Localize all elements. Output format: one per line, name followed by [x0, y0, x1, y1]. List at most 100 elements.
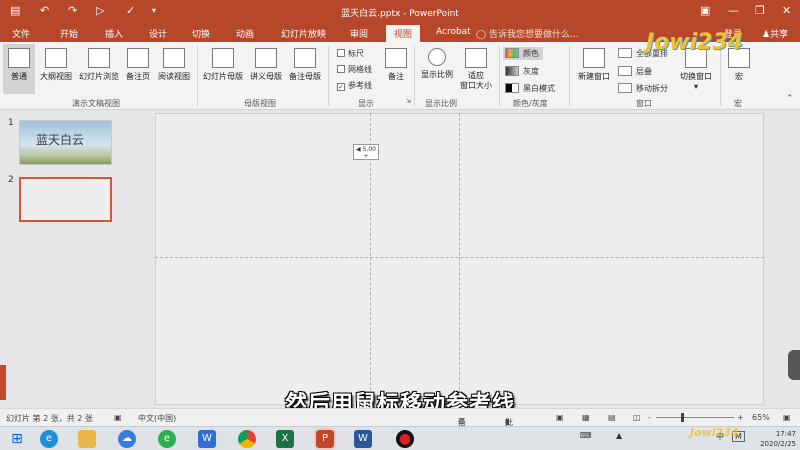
normal-view-status-icon[interactable]: ▣ [556, 413, 564, 422]
guides-checkbox[interactable]: ✓ 参考线 [337, 80, 372, 91]
move-split-icon [618, 83, 632, 93]
keyboard-icon[interactable]: ⌨ [580, 431, 592, 440]
guide-position-tooltip: ◀ 5.00 + [353, 144, 379, 160]
restore-icon[interactable]: ❐ [755, 4, 765, 17]
network-icon[interactable]: ▲ [616, 431, 622, 440]
zoom-slider-thumb[interactable] [681, 413, 684, 422]
notes-page-button[interactable]: 备注页 [123, 48, 153, 82]
new-window-button[interactable]: 新建窗口 [573, 48, 615, 82]
recorder-icon[interactable]: ● [396, 430, 414, 448]
tab-view[interactable]: 视图 [386, 25, 421, 42]
ribbon-display-icon[interactable]: ▣ [700, 4, 710, 17]
excel-icon[interactable]: X [276, 430, 294, 448]
ruler-checkbox[interactable]: 标尺 [337, 48, 364, 59]
slide-thumbnail-pane: 1 蓝天白云 2 [0, 110, 120, 408]
slide-thumbnail-2[interactable] [19, 177, 112, 222]
normal-view-icon [8, 48, 30, 68]
tab-review[interactable]: 审阅 [350, 27, 368, 40]
windows-start-icon[interactable]: ⊞ [8, 430, 26, 448]
powerpoint-icon[interactable]: P [314, 428, 336, 450]
vertical-guide[interactable] [459, 113, 460, 405]
group-show-label: 显示 [358, 99, 374, 108]
checkmark-icon: ✓ [337, 83, 345, 91]
gridlines-checkbox[interactable]: 网格线 [337, 64, 372, 75]
handout-master-icon [255, 48, 277, 68]
zoom-out-button[interactable]: - [648, 413, 651, 422]
notes-icon [385, 48, 407, 68]
close-icon[interactable]: ✕ [782, 4, 791, 17]
move-split-button[interactable]: 移动拆分 [618, 83, 668, 94]
title-bar: ▤ ↶ ↷ ▷ ✓ ▾ 蓝天白云.pptx - PowerPoint ▣ — ❐… [0, 0, 800, 24]
zoom-level[interactable]: 65% [752, 413, 770, 422]
tab-animations[interactable]: 动画 [236, 27, 254, 40]
color-button[interactable]: 颜色 [503, 47, 543, 60]
reading-view-status-icon[interactable]: ▤ [608, 413, 616, 422]
tab-slideshow[interactable]: 幻灯片放映 [281, 27, 326, 40]
color-swatch-icon [505, 48, 519, 58]
grayscale-button[interactable]: 灰度 [505, 66, 539, 77]
collapse-ribbon-icon[interactable]: ⌃ [786, 94, 794, 104]
group-presentation-views-label: 演示文稿视图 [72, 99, 120, 108]
group-macros-label: 宏 [734, 99, 742, 108]
slide-master-button[interactable]: 幻灯片母版 [200, 48, 246, 82]
tab-insert[interactable]: 插入 [105, 27, 123, 40]
share-button[interactable]: ♟共享 [762, 27, 788, 40]
slide-sorter-button[interactable]: 幻灯片浏览 [76, 48, 122, 82]
chrome-icon[interactable] [238, 430, 256, 448]
group-window-label: 窗口 [636, 99, 652, 108]
group-zoom-label: 显示比例 [425, 99, 457, 108]
minimize-icon[interactable]: — [728, 4, 739, 17]
baidu-netdisk-icon[interactable]: ☁ [118, 430, 136, 448]
zoom-slider[interactable] [656, 417, 734, 418]
tab-acrobat[interactable]: Acrobat [436, 27, 471, 37]
group-separator [328, 46, 329, 106]
tell-me-input[interactable]: ◯ 告诉我您想要做什么... [476, 27, 579, 40]
ie-browser-icon[interactable]: e [40, 430, 58, 448]
fit-window-icon [465, 48, 487, 68]
zoom-in-button[interactable]: + [737, 413, 744, 422]
horizontal-guide[interactable] [155, 257, 764, 258]
window-title: 蓝天白云.pptx - PowerPoint [341, 9, 459, 19]
slideshow-status-icon[interactable]: ◫ [633, 413, 641, 422]
windows-taskbar: ⊞ e ☁ e W X P W ● ⌨ ▲ 中 M 17:47 2020/2/2… [0, 426, 800, 450]
slide-thumbnail-1[interactable]: 蓝天白云 [19, 120, 112, 165]
slide-number: 1 [8, 118, 14, 128]
notes-master-button[interactable]: 备注母版 [286, 48, 324, 82]
sorter-view-status-icon[interactable]: ▦ [582, 413, 590, 422]
notes-page-icon [127, 48, 149, 68]
language-indicator[interactable]: 中文(中国) [138, 413, 176, 424]
word-icon[interactable]: W [354, 430, 372, 448]
watermark-logo: Jowi234 [646, 30, 744, 55]
tab-home[interactable]: 开始 [60, 27, 78, 40]
outline-view-button[interactable]: 大纲视图 [36, 48, 76, 82]
wps-icon[interactable]: W [198, 430, 216, 448]
system-clock[interactable]: 17:47 2020/2/25 [752, 429, 796, 449]
reading-view-button[interactable]: 阅读视图 [154, 48, 194, 82]
lightbulb-icon: ◯ [476, 30, 489, 40]
fit-slide-icon[interactable]: ▣ [783, 413, 791, 422]
slide-sorter-icon [88, 48, 110, 68]
tab-design[interactable]: 设计 [149, 27, 167, 40]
fit-to-window-button[interactable]: 适应 窗口大小 [456, 48, 496, 91]
person-icon: ♟ [762, 30, 771, 40]
arrange-all-icon [618, 48, 632, 58]
handout-master-button[interactable]: 讲义母版 [247, 48, 285, 82]
group-separator [499, 46, 500, 106]
normal-view-button[interactable]: 普通 [3, 44, 35, 94]
cascade-button[interactable]: 层叠 [618, 66, 652, 77]
magnifier-icon [428, 48, 446, 66]
tab-transitions[interactable]: 切换 [192, 27, 210, 40]
notes-master-icon [294, 48, 316, 68]
watermark-logo: Jowi234 [690, 426, 739, 439]
zoom-button[interactable]: 显示比例 [418, 48, 456, 80]
spellcheck-icon[interactable]: ▣ [114, 413, 122, 422]
file-explorer-icon[interactable] [78, 430, 96, 448]
dialog-launcher-icon[interactable]: ⇲ [406, 98, 411, 105]
group-separator [414, 46, 415, 106]
edge-browser-icon[interactable]: e [158, 430, 176, 448]
group-separator [720, 46, 721, 106]
black-white-button[interactable]: 黑白模式 [505, 83, 555, 94]
side-scroll-handle[interactable] [788, 350, 800, 380]
notes-button[interactable]: 备注 [381, 48, 411, 82]
tab-file[interactable]: 文件 [12, 27, 30, 40]
